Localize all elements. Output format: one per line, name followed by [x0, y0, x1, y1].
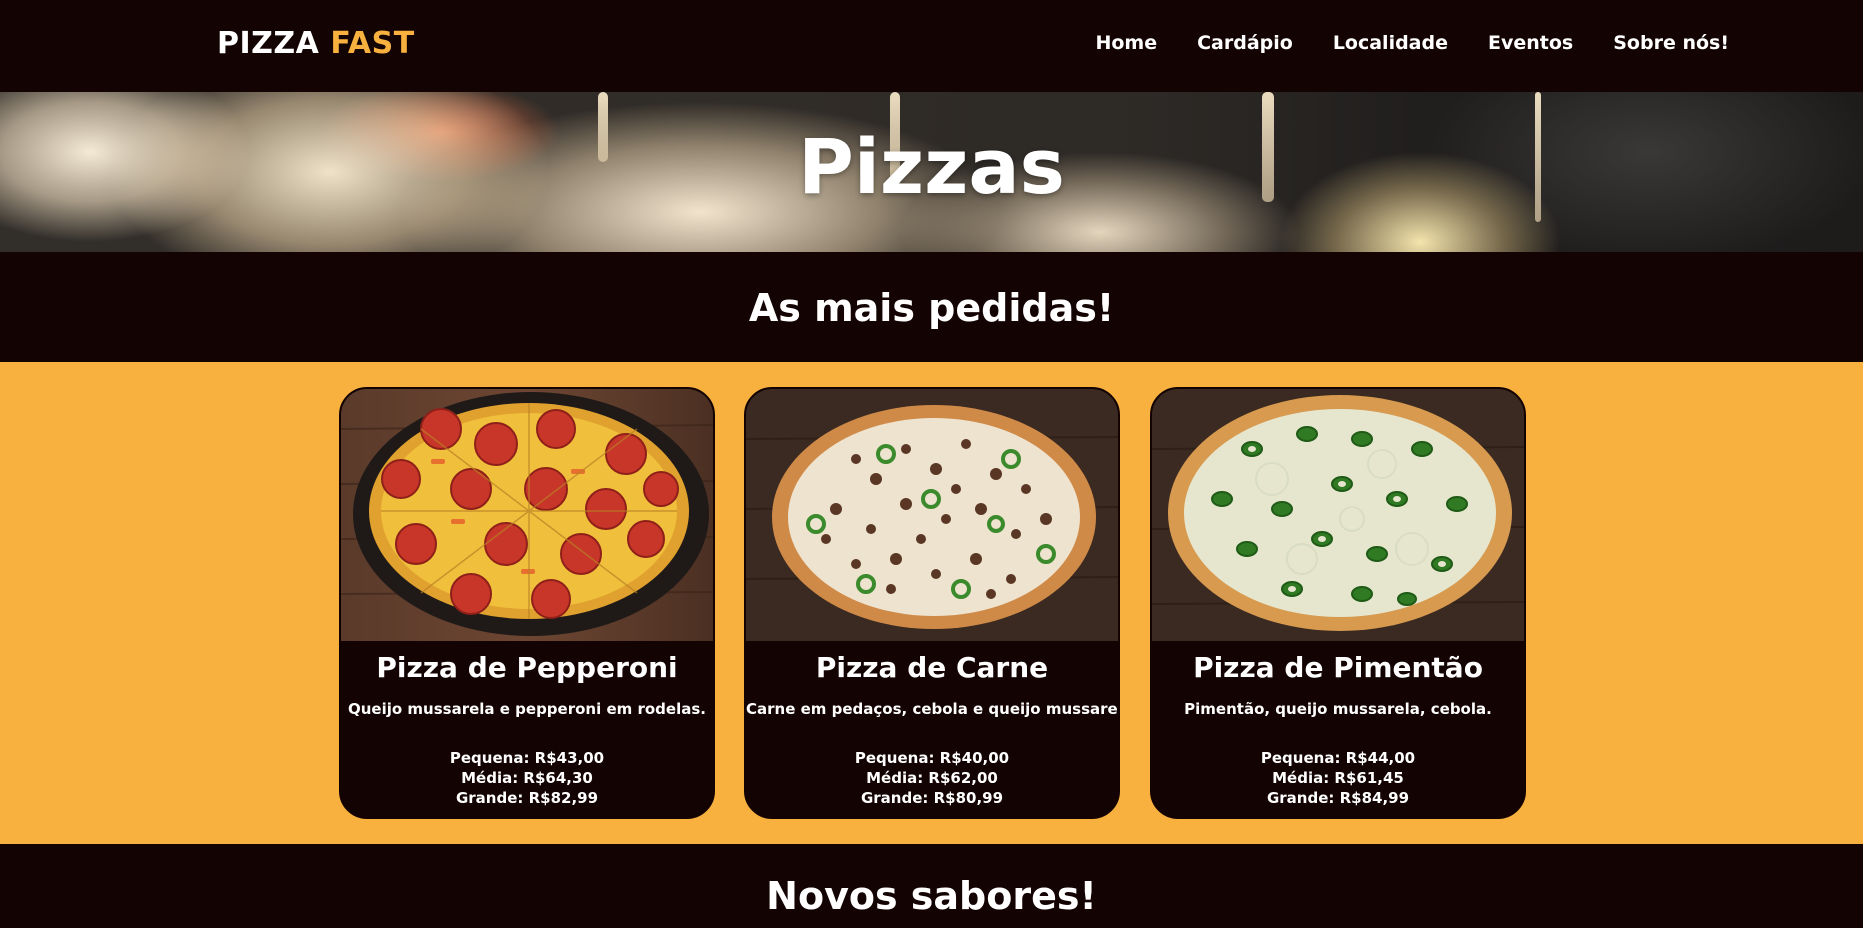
- card-title: Pizza de Carne: [815, 651, 1049, 684]
- site-header: PIZZA FAST Home Cardápio Localidade Even…: [0, 0, 1863, 92]
- popular-section-title: As mais pedidas!: [748, 286, 1115, 330]
- logo[interactable]: PIZZA FAST: [217, 26, 415, 61]
- price-small: Pequena: R$43,00: [449, 749, 605, 767]
- nav-location-link[interactable]: Localidade: [1333, 32, 1448, 54]
- card-prices: Pequena: R$44,00 Média: R$61,45 Grande: …: [1152, 748, 1524, 808]
- card-prices: Pequena: R$43,00 Média: R$64,30 Grande: …: [341, 748, 713, 808]
- beef-pizza-image: [746, 389, 1118, 641]
- nav-home-link[interactable]: Home: [1095, 32, 1157, 54]
- pizza-card-carne[interactable]: Pizza de Carne Carne em pedaços, cebola …: [744, 387, 1120, 819]
- card-description: Queijo mussarela e pepperoni em rodelas.: [348, 700, 706, 718]
- logo-main: PIZZA: [217, 26, 320, 61]
- price-small: Pequena: R$44,00: [1260, 749, 1416, 767]
- price-large: Grande: R$80,99: [860, 789, 1004, 807]
- main-nav: Home Cardápio Localidade Eventos Sobre n…: [1055, 32, 1729, 54]
- card-prices: Pequena: R$40,00 Média: R$62,00 Grande: …: [746, 748, 1118, 808]
- pepperoni-pizza-image: [341, 389, 713, 641]
- nav-about-link[interactable]: Sobre nós!: [1613, 32, 1729, 54]
- pizza-card-pepperoni[interactable]: Pizza de Pepperoni Queijo mussarela e pe…: [339, 387, 715, 819]
- card-description: Pimentão, queijo mussarela, cebola.: [1184, 700, 1492, 718]
- nav-menu-link[interactable]: Cardápio: [1197, 32, 1293, 54]
- hero-banner-image: Pizzas: [0, 92, 1863, 252]
- price-medium: Média: R$64,30: [461, 769, 593, 787]
- logo-accent: FAST: [330, 26, 415, 61]
- new-flavors-section-header: Novos sabores!: [0, 844, 1863, 928]
- pepper-pizza-image: [1152, 389, 1524, 641]
- price-small: Pequena: R$40,00: [854, 749, 1010, 767]
- price-medium: Média: R$62,00: [866, 769, 998, 787]
- popular-section-header: As mais pedidas!: [0, 252, 1863, 362]
- card-title: Pizza de Pepperoni: [376, 651, 678, 684]
- card-description: Carne em pedaços, cebola e queijo mussar…: [746, 700, 1120, 718]
- price-large: Grande: R$82,99: [455, 789, 599, 807]
- card-title: Pizza de Pimentão: [1193, 651, 1483, 684]
- price-medium: Média: R$61,45: [1272, 769, 1404, 787]
- nav-events-link[interactable]: Eventos: [1488, 32, 1573, 54]
- hero-title: Pizzas: [798, 122, 1065, 211]
- new-flavors-section-title: Novos sabores!: [766, 874, 1097, 918]
- price-large: Grande: R$84,99: [1266, 789, 1410, 807]
- pizza-card-pimentao[interactable]: Pizza de Pimentão Pimentão, queijo mussa…: [1150, 387, 1526, 819]
